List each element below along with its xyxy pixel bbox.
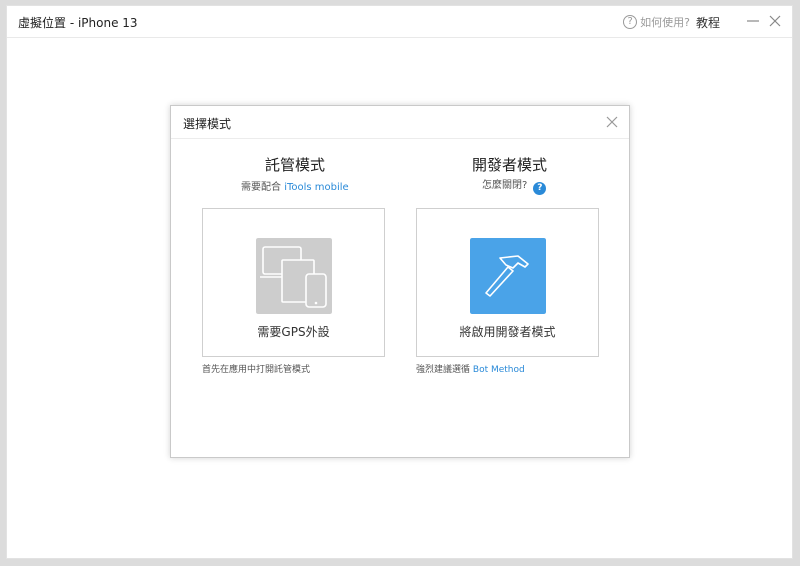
help-icon: ? [623,15,638,29]
bot-method-link[interactable]: Bot Method [473,365,525,375]
hosted-card-label: 需要GPS外設 [257,325,330,339]
close-icon[interactable] [766,12,784,30]
tutorial-link[interactable]: 教程 [696,14,720,31]
developer-mode-note: 強烈建議選循 Bot Method [416,362,525,375]
hosted-mode-card[interactable]: 需要GPS外設 [202,208,385,357]
developer-card-label: 將啟用開發者模式 [459,325,556,339]
developer-mode-card[interactable]: 將啟用開發者模式 [416,208,599,357]
window-title: 虛擬位置 - iPhone 13 [18,16,138,30]
dialog-close-icon[interactable] [605,115,619,129]
question-icon[interactable]: ? [533,182,547,195]
developer-subtitle-text: 怎麼關閉? [482,180,528,191]
help-link[interactable]: ? 如何使用? [623,14,690,30]
devices-icon [256,238,332,314]
title-bar: 虛擬位置 - iPhone 13 ? 如何使用? 教程 [7,6,792,38]
developer-mode-title: 開發者模式 [472,156,548,174]
hosted-mode-note: 首先在應用中打開託管模式 [202,365,311,375]
hosted-subtitle-prefix: 需要配合 [241,182,281,193]
dialog-header: 選擇模式 [171,106,629,139]
hammer-icon [470,238,546,314]
hosted-mode-subtitle: 需要配合 iTools mobile [241,178,349,193]
developer-mode-subtitle: 怎麼關閉?? [482,176,547,195]
help-label: 如何使用? [640,16,690,29]
developer-note-prefix: 強烈建議選循 [416,365,471,375]
select-mode-dialog: 選擇模式 託管模式 需要配合 iTools mobile 需要GPS外設 首先在… [170,105,630,458]
itools-mobile-link[interactable]: iTools mobile [284,182,349,193]
dialog-title: 選擇模式 [183,117,232,131]
minimize-icon[interactable] [744,12,762,30]
hosted-mode-title: 託管模式 [265,156,326,174]
